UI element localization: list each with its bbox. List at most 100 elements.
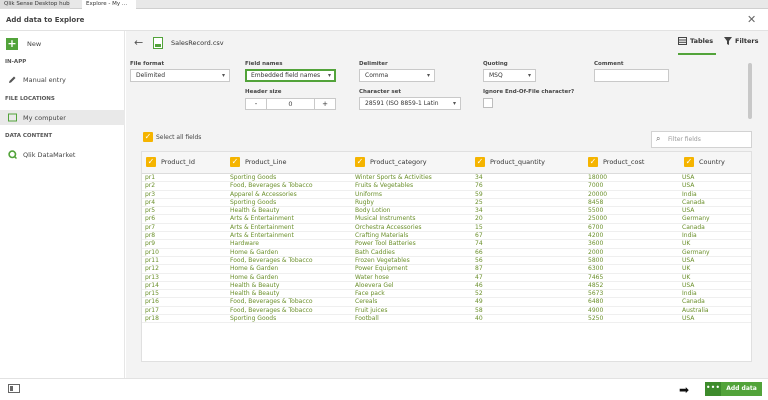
sidebar-item-manual-entry[interactable]: Manual entry [0,72,125,87]
delimiter-value: Comma [365,72,389,79]
delimiter-select[interactable]: Comma ▾ [359,69,435,82]
toggle-panel-icon[interactable] [8,384,20,393]
table-cell: pr5 [145,207,156,215]
more-options-button[interactable]: ••• [705,382,721,396]
options-scrollbar[interactable] [748,63,752,119]
back-arrow-icon[interactable]: ← [134,36,143,49]
add-data-group: ••• Add data [705,382,762,396]
table-row: pr3 Apparel & Accessories Uniforms 59 20000 I… [142,190,751,199]
column-header-product-quantity[interactable]: ✓ Product_quantity [475,157,545,167]
column-header-label: Product_cost [603,158,645,166]
table-cell: pr11 [145,256,159,264]
table-cell: 40 [475,315,483,323]
table-cell: pr2 [145,182,156,190]
column-header-product-id[interactable]: ✓ Product_Id [146,157,195,167]
section-heading-in-app: IN-APP [5,59,27,65]
table-header: ✓ Product_Id ✓ Product_Line ✓ Product_ca… [142,152,751,174]
table-row: pr12 Home & Garden Power Equipment 87 6300 UK [142,265,751,274]
table-cell: pr13 [145,273,159,281]
table-row: pr2 Food, Beverages & Tobacco Fruits & Veg… [142,182,751,191]
sidebar-item-my-computer[interactable]: My computer [0,110,125,125]
table-cell: 4200 [588,232,604,240]
table-row: pr4 Sporting Goods Rugby 25 8458 Canada [142,198,751,208]
table-cell: 34 [475,207,483,215]
table-cell: Germany [682,215,710,223]
table-cell: 4900 [588,306,604,314]
close-icon[interactable]: ✕ [747,13,756,26]
column-header-product-category[interactable]: ✓ Product_category [355,157,427,167]
table-cell: Home & Garden [230,265,279,273]
table-cell: 25 [475,198,483,206]
table-cell: Germany [682,248,710,256]
character-set-select[interactable]: 28591 (ISO 8859-1 Latin ▾ [359,97,461,110]
tab-qlik-hub[interactable]: Qlik Sense Desktop hub [0,0,70,9]
table-cell: pr4 [145,198,156,206]
table-cell: 6480 [588,298,604,306]
table-cell: pr18 [145,315,159,323]
new-button[interactable]: + New [6,37,41,50]
ignore-eof-checkbox[interactable] [483,98,493,108]
csv-file-icon [153,37,163,49]
table-cell: Arts & Entertainment [230,223,294,231]
tab-filters[interactable]: Filters [724,37,759,51]
table-cell: Cereals [355,298,378,306]
header-size-stepper[interactable]: - 0 + [245,98,336,110]
quoting-label: Quoting [483,61,508,67]
checkbox-checked-icon[interactable]: ✓ [230,157,240,167]
select-all-fields[interactable]: ✓ Select all fields [143,132,201,142]
field-names-select[interactable]: Embedded field names ▾ [245,69,336,82]
comment-input[interactable] [594,69,669,82]
table-cell: pr1 [145,174,156,181]
section-heading-file-locations: FILE LOCATIONS [5,96,55,102]
decrement-button[interactable]: - [246,99,266,109]
table-cell: 15 [475,223,483,231]
table-cell: India [682,290,697,298]
table-cell: 5800 [588,256,604,264]
table-cell: Food, Beverages & Tobacco [230,306,313,314]
increment-button[interactable]: + [315,99,335,109]
table-cell: Crafting Materials [355,232,409,240]
checkbox-checked-icon[interactable]: ✓ [588,157,598,167]
table-cell: Food, Beverages & Tobacco [230,298,313,306]
checkbox-checked-icon[interactable]: ✓ [475,157,485,167]
qlik-icon [8,150,17,159]
column-header-product-line[interactable]: ✓ Product_Line [230,157,286,167]
column-header-label: Product_quantity [490,158,546,166]
sidebar-item-qlik-datamarket[interactable]: Qlik DataMarket [0,147,125,162]
filter-fields-input[interactable]: ⌕ Filter fields [651,131,752,148]
table-cell: Frozen Vegetables [355,256,410,264]
header-size-value[interactable]: 0 [266,99,315,109]
table-cell: 87 [475,265,483,273]
add-data-button[interactable]: Add data [721,382,762,396]
table-cell: 52 [475,290,483,298]
table-row: pr17 Food, Beverages & Tobacco Fruit juice… [142,306,751,316]
table-cell: Water hose [355,273,389,281]
new-label: New [27,39,42,48]
table-cell: 3600 [588,240,604,248]
table-cell: Football [355,315,379,323]
table-cell: 7465 [588,273,604,281]
column-header-country[interactable]: ✓ Country [684,157,725,167]
quoting-value: MSQ [489,72,503,79]
table-cell: Winter Sports & Activities [355,174,432,181]
tab-tables[interactable]: Tables [678,37,716,55]
table-body: pr1 Sporting Goods Winter Sports & Activit… [142,174,751,324]
tab-explore[interactable]: Explore - My ... [82,0,136,9]
checkbox-checked-icon[interactable]: ✓ [146,157,156,167]
table-row: pr5 Health & Beauty Body Lotion 34 5500 USA [142,207,751,216]
table-row: pr18 Sporting Goods Football 40 5250 USA [142,315,751,324]
section-heading-data-content: DATA CONTENT [5,133,53,139]
quoting-select[interactable]: MSQ ▾ [483,69,536,82]
file-format-select[interactable]: Delimited ▾ [130,69,230,82]
table-cell: 20000 [588,190,608,198]
checkbox-checked-icon[interactable]: ✓ [684,157,694,167]
table-cell: 47 [475,273,483,281]
table-cell: Canada [682,298,705,306]
table-cell: USA [682,256,695,264]
table-cell: pr8 [145,232,156,240]
footer-bar: ➡ ••• Add data [0,378,768,400]
checkbox-checked-icon[interactable]: ✓ [355,157,365,167]
column-header-product-cost[interactable]: ✓ Product_cost [588,157,644,167]
table-cell: Rugby [355,198,374,206]
column-header-label: Product_Id [161,158,195,166]
